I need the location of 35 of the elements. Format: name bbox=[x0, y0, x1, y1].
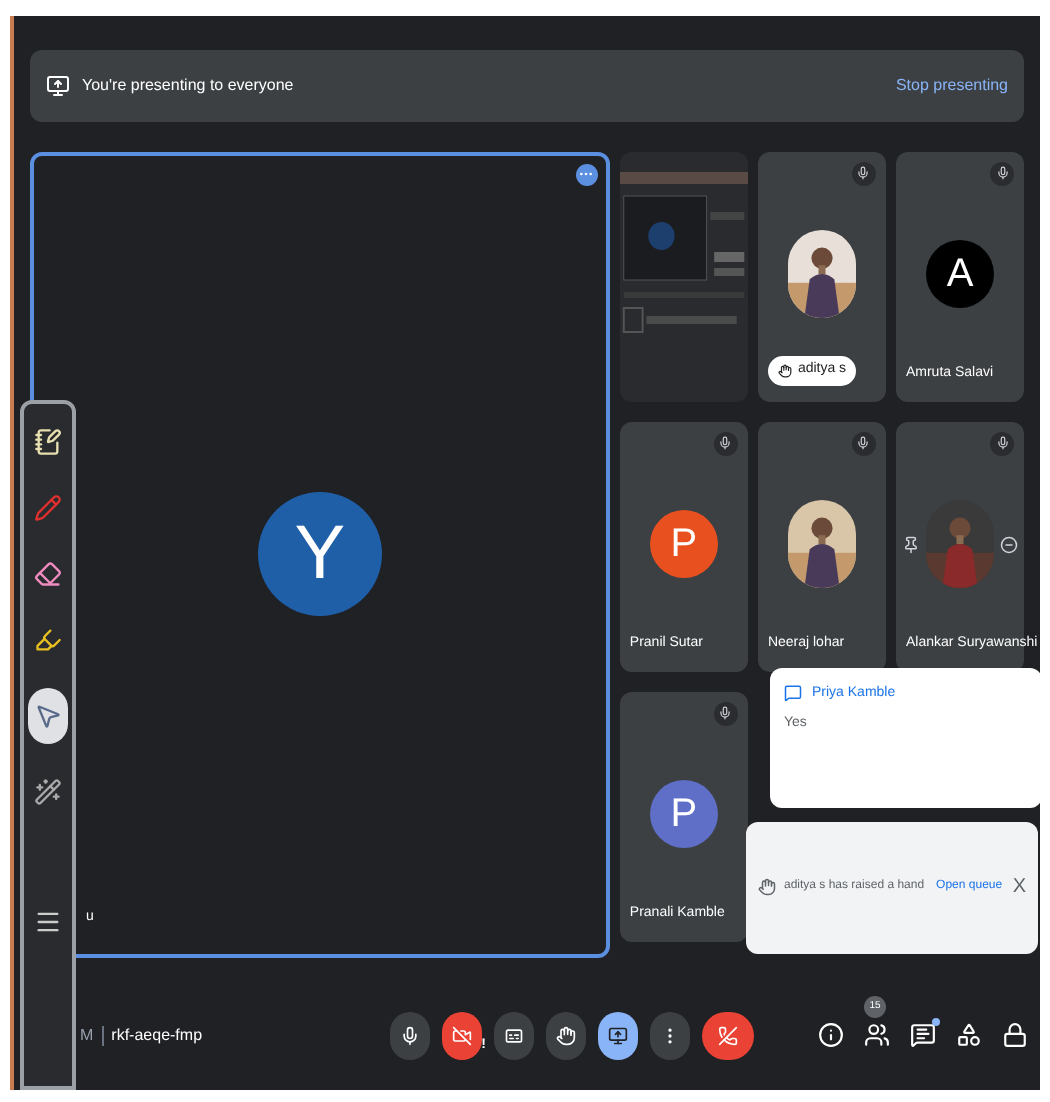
more-options-button[interactable] bbox=[575, 163, 598, 186]
phone-icon bbox=[718, 1025, 738, 1046]
camera-off-icon bbox=[452, 1025, 472, 1046]
info-icon[interactable] bbox=[818, 1022, 844, 1049]
avatar-initial: P bbox=[649, 510, 718, 579]
eraser-icon[interactable] bbox=[30, 556, 66, 592]
captions-icon bbox=[504, 1025, 524, 1046]
chat-icon bbox=[784, 684, 802, 703]
end-call-button[interactable] bbox=[702, 1011, 754, 1060]
avatar-initial: Y bbox=[257, 492, 382, 617]
chat-icon[interactable] bbox=[910, 1022, 936, 1049]
hand-icon bbox=[777, 363, 792, 378]
notepad-icon[interactable] bbox=[30, 424, 66, 460]
hand-icon bbox=[758, 878, 776, 897]
avatar-initial: A bbox=[925, 240, 994, 309]
pen-icon[interactable] bbox=[30, 490, 66, 526]
pointer-icon[interactable] bbox=[28, 688, 68, 744]
mic-button[interactable] bbox=[390, 1011, 430, 1060]
present-screen-icon bbox=[608, 1025, 628, 1046]
activities-icon[interactable] bbox=[956, 1022, 982, 1049]
stop-presenting-link[interactable]: Stop presenting bbox=[895, 73, 1008, 98]
mic-icon bbox=[400, 1025, 420, 1046]
present-icon bbox=[46, 73, 70, 98]
remove-icon[interactable] bbox=[999, 535, 1018, 554]
avatar-initial: P bbox=[649, 780, 718, 849]
pin-icon[interactable] bbox=[901, 535, 920, 554]
raise-hand-button[interactable] bbox=[546, 1011, 586, 1060]
meeting-code: rkf-aeqe-fmp bbox=[111, 1023, 203, 1048]
hand-icon bbox=[556, 1025, 576, 1046]
meeting-time: M bbox=[80, 1023, 94, 1048]
lock-icon[interactable] bbox=[1002, 1022, 1028, 1049]
close-button[interactable]: X bbox=[1012, 872, 1026, 903]
present-button[interactable] bbox=[598, 1011, 638, 1060]
banner-text: You're presenting to everyone bbox=[82, 73, 296, 98]
captions-button[interactable] bbox=[494, 1011, 534, 1060]
